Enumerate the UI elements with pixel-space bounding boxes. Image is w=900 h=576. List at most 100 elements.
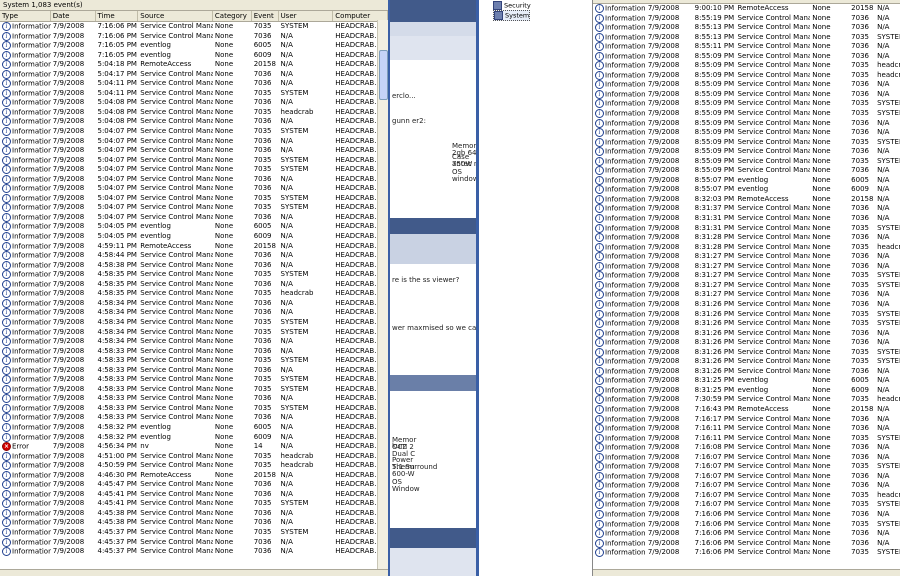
- table-row[interactable]: i Information 7/9/2008 7:16:05 PM eventlog No…: [0, 50, 388, 61]
- table-row[interactable]: i Information 7/9/2008 7:16:06 PM Service Co…: [593, 529, 900, 539]
- table-row[interactable]: i Information 7/9/2008 8:31:31 PM Service Co…: [593, 214, 900, 224]
- table-row[interactable]: i Information 7/9/2008 4:50:59 PM Service Co…: [0, 461, 388, 471]
- table-row[interactable]: i Information 7/9/2008 5:04:08 PM Service Co…: [0, 117, 388, 127]
- table-row[interactable]: i Information 7/9/2008 4:58:33 PM Service Co…: [0, 403, 388, 414]
- column-header-source[interactable]: Source: [138, 11, 213, 21]
- column-header-category[interactable]: Category: [213, 11, 252, 21]
- table-row[interactable]: i Information 7/9/2008 5:04:07 PM Service Co…: [0, 174, 388, 185]
- table-row[interactable]: i Information 7/9/2008 4:59:11 PM RemoteAcce…: [0, 241, 388, 252]
- table-row[interactable]: i Information 7/9/2008 4:58:33 PM Service Co…: [0, 394, 388, 404]
- table-row[interactable]: i Information 7/9/2008 8:31:26 PM Service Co…: [593, 357, 900, 367]
- table-row[interactable]: i Information 7/9/2008 4:58:33 PM Service Co…: [0, 346, 388, 357]
- table-row[interactable]: i Information 7/9/2008 4:45:41 PM Service Co…: [0, 499, 388, 509]
- table-row[interactable]: i Information 7/9/2008 5:04:07 PM Service Co…: [0, 184, 388, 194]
- table-row[interactable]: i Information 7/9/2008 8:55:09 PM Service Co…: [593, 80, 900, 90]
- table-row[interactable]: i Information 7/9/2008 7:16:06 PM Service Co…: [593, 548, 900, 558]
- table-row[interactable]: i Information 7/9/2008 8:31:26 PM Service Co…: [593, 338, 900, 348]
- table-row[interactable]: i Information 7/9/2008 4:58:35 PM Service Co…: [0, 279, 388, 290]
- table-row[interactable]: i Information 7/9/2008 7:16:07 PM Service Co…: [593, 500, 900, 510]
- table-row[interactable]: × Error 7/9/2008 4:56:34 PM nv None 14 N/A HEADC…: [0, 442, 388, 452]
- table-row[interactable]: i Information 7/9/2008 8:55:13 PM Service Co…: [593, 23, 900, 33]
- table-row[interactable]: i Information 7/9/2008 9:00:10 PM RemoteAcce…: [593, 4, 900, 14]
- table-row[interactable]: i Information 7/9/2008 4:58:32 PM eventlog No…: [0, 432, 388, 443]
- table-row[interactable]: i Information 7/9/2008 8:31:28 PM Service Co…: [593, 233, 900, 243]
- table-row[interactable]: i Information 7/9/2008 5:04:05 PM eventlog No…: [0, 222, 388, 232]
- table-row[interactable]: i Information 7/9/2008 8:31:26 PM Service Co…: [593, 299, 900, 310]
- table-row[interactable]: i Information 7/9/2008 8:31:37 PM Service Co…: [593, 204, 900, 214]
- table-row[interactable]: i Information 7/9/2008 5:04:07 PM Service Co…: [0, 155, 388, 166]
- table-row[interactable]: i Information 7/9/2008 5:04:17 PM Service Co…: [0, 69, 388, 80]
- table-row[interactable]: i Information 7/9/2008 4:45:37 PM Service Co…: [0, 547, 388, 557]
- scrollbar-thumb[interactable]: [379, 50, 388, 100]
- table-row[interactable]: i Information 7/9/2008 4:58:44 PM Service Co…: [0, 251, 388, 261]
- table-row[interactable]: i Information 7/9/2008 5:04:07 PM Service Co…: [0, 136, 388, 147]
- table-row[interactable]: i Information 7/9/2008 4:58:34 PM Service Co…: [0, 327, 388, 338]
- table-row[interactable]: i Information 7/9/2008 7:16:43 PM RemoteAcce…: [593, 404, 900, 415]
- table-row[interactable]: i Information 7/9/2008 5:04:08 PM Service Co…: [0, 107, 388, 118]
- table-row[interactable]: i Information 7/9/2008 4:46:30 PM RemoteAcce…: [0, 470, 388, 481]
- column-header-user[interactable]: User: [279, 11, 334, 21]
- table-row[interactable]: i Information 7/9/2008 8:55:09 PM Service Co…: [593, 109, 900, 119]
- vertical-scrollbar[interactable]: [377, 20, 388, 576]
- table-row[interactable]: i Information 7/9/2008 4:58:34 PM Service Co…: [0, 317, 388, 328]
- table-row[interactable]: i Information 7/9/2008 8:31:28 PM Service Co…: [593, 242, 900, 253]
- table-row[interactable]: i Information 7/9/2008 8:31:26 PM Service Co…: [593, 328, 900, 339]
- table-row[interactable]: i Information 7/9/2008 5:04:07 PM Service Co…: [0, 193, 388, 204]
- column-header-date[interactable]: Date: [51, 11, 96, 21]
- table-row[interactable]: i Information 7/9/2008 5:04:11 PM Service Co…: [0, 88, 388, 99]
- table-row[interactable]: i Information 7/9/2008 7:16:07 PM Service Co…: [593, 462, 900, 472]
- table-row[interactable]: i Information 7/9/2008 8:55:09 PM Service Co…: [593, 128, 900, 138]
- table-row[interactable]: i Information 7/9/2008 7:16:06 PM Service Co…: [0, 22, 388, 32]
- table-row[interactable]: i Information 7/9/2008 8:55:13 PM Service Co…: [593, 32, 900, 43]
- table-row[interactable]: i Information 7/9/2008 8:55:09 PM Service Co…: [593, 118, 900, 129]
- table-row[interactable]: i Information 7/9/2008 8:55:09 PM Service Co…: [593, 137, 900, 148]
- table-row[interactable]: i Information 7/9/2008 4:58:34 PM Service Co…: [0, 337, 388, 347]
- table-row[interactable]: i Information 7/9/2008 4:45:38 PM Service Co…: [0, 508, 388, 519]
- table-row[interactable]: i Information 7/9/2008 5:04:07 PM Service Co…: [0, 212, 388, 223]
- table-row[interactable]: i Information 7/9/2008 8:31:26 PM Service Co…: [593, 366, 900, 377]
- table-row[interactable]: i Information 7/9/2008 4:58:33 PM Service Co…: [0, 413, 388, 423]
- table-row[interactable]: i Information 7/9/2008 7:16:17 PM Service Co…: [593, 414, 900, 425]
- table-row[interactable]: i Information 7/9/2008 5:04:05 PM eventlog No…: [0, 232, 388, 242]
- table-row[interactable]: i Information 7/9/2008 8:31:27 PM Service Co…: [593, 280, 900, 291]
- table-row[interactable]: i Information 7/9/2008 7:16:06 PM Service Co…: [0, 31, 388, 42]
- table-row[interactable]: i Information 7/9/2008 8:31:25 PM eventlog No…: [593, 376, 900, 386]
- table-row[interactable]: i Information 7/9/2008 8:55:09 PM Service Co…: [593, 89, 900, 100]
- tree-item-security[interactable]: Security: [493, 1, 531, 10]
- table-row[interactable]: i Information 7/9/2008 4:51:00 PM Service Co…: [0, 451, 388, 462]
- table-row[interactable]: i Information 7/9/2008 4:58:35 PM Service Co…: [0, 270, 388, 280]
- table-row[interactable]: i Information 7/9/2008 5:04:07 PM Service Co…: [0, 146, 388, 156]
- table-row[interactable]: i Information 7/9/2008 8:31:27 PM Service Co…: [593, 252, 900, 262]
- table-row[interactable]: i Information 7/9/2008 5:04:08 PM Service Co…: [0, 98, 388, 108]
- table-row[interactable]: i Information 7/9/2008 8:55:09 PM Service Co…: [593, 147, 900, 157]
- table-row[interactable]: i Information 7/9/2008 5:04:07 PM Service Co…: [0, 203, 388, 213]
- table-row[interactable]: i Information 7/9/2008 7:16:06 PM Service Co…: [593, 509, 900, 520]
- table-row[interactable]: i Information 7/9/2008 7:16:06 PM Service Co…: [593, 538, 900, 549]
- table-row[interactable]: i Information 7/9/2008 4:58:38 PM Service Co…: [0, 260, 388, 271]
- table-row[interactable]: i Information 7/9/2008 4:58:33 PM Service Co…: [0, 365, 388, 376]
- table-row[interactable]: i Information 7/9/2008 4:45:38 PM Service Co…: [0, 518, 388, 528]
- table-row[interactable]: i Information 7/9/2008 8:55:09 PM Service Co…: [593, 51, 900, 62]
- table-row[interactable]: i Information 7/9/2008 8:55:09 PM Service Co…: [593, 61, 900, 71]
- table-row[interactable]: i Information 7/9/2008 8:55:11 PM Service Co…: [593, 42, 900, 52]
- table-row[interactable]: i Information 7/9/2008 7:16:11 PM Service Co…: [593, 424, 900, 434]
- table-row[interactable]: i Information 7/9/2008 4:58:35 PM Service Co…: [0, 289, 388, 299]
- table-row[interactable]: i Information 7/9/2008 4:58:32 PM eventlog No…: [0, 422, 388, 433]
- table-row[interactable]: i Information 7/9/2008 7:16:05 PM eventlog No…: [0, 41, 388, 51]
- table-row[interactable]: i Information 7/9/2008 8:31:27 PM Service Co…: [593, 261, 900, 272]
- table-row[interactable]: i Information 7/9/2008 7:16:11 PM Service Co…: [593, 433, 900, 444]
- table-row[interactable]: i Information 7/9/2008 7:30:59 PM Service Co…: [593, 395, 900, 405]
- table-row[interactable]: i Information 7/9/2008 7:16:06 PM Service Co…: [593, 519, 900, 530]
- table-row[interactable]: i Information 7/9/2008 8:31:26 PM Service Co…: [593, 347, 900, 358]
- table-row[interactable]: i Information 7/9/2008 4:45:37 PM Service Co…: [0, 537, 388, 548]
- table-row[interactable]: i Information 7/9/2008 7:16:07 PM Service Co…: [593, 481, 900, 491]
- table-row[interactable]: i Information 7/9/2008 8:55:09 PM Service Co…: [593, 70, 900, 81]
- table-row[interactable]: i Information 7/9/2008 4:58:34 PM Service Co…: [0, 308, 388, 318]
- table-row[interactable]: i Information 7/9/2008 8:55:19 PM Service Co…: [593, 13, 900, 24]
- table-row[interactable]: i Information 7/9/2008 8:32:03 PM RemoteAcce…: [593, 194, 900, 205]
- table-row[interactable]: i Information 7/9/2008 7:16:07 PM Service Co…: [593, 471, 900, 482]
- table-row[interactable]: i Information 7/9/2008 8:55:07 PM eventlog No…: [593, 185, 900, 195]
- table-row[interactable]: i Information 7/9/2008 5:04:18 PM RemoteAcce…: [0, 60, 388, 70]
- table-row[interactable]: i Information 7/9/2008 8:31:27 PM Service Co…: [593, 290, 900, 300]
- table-row[interactable]: i Information 7/9/2008 5:04:07 PM Service Co…: [0, 165, 388, 175]
